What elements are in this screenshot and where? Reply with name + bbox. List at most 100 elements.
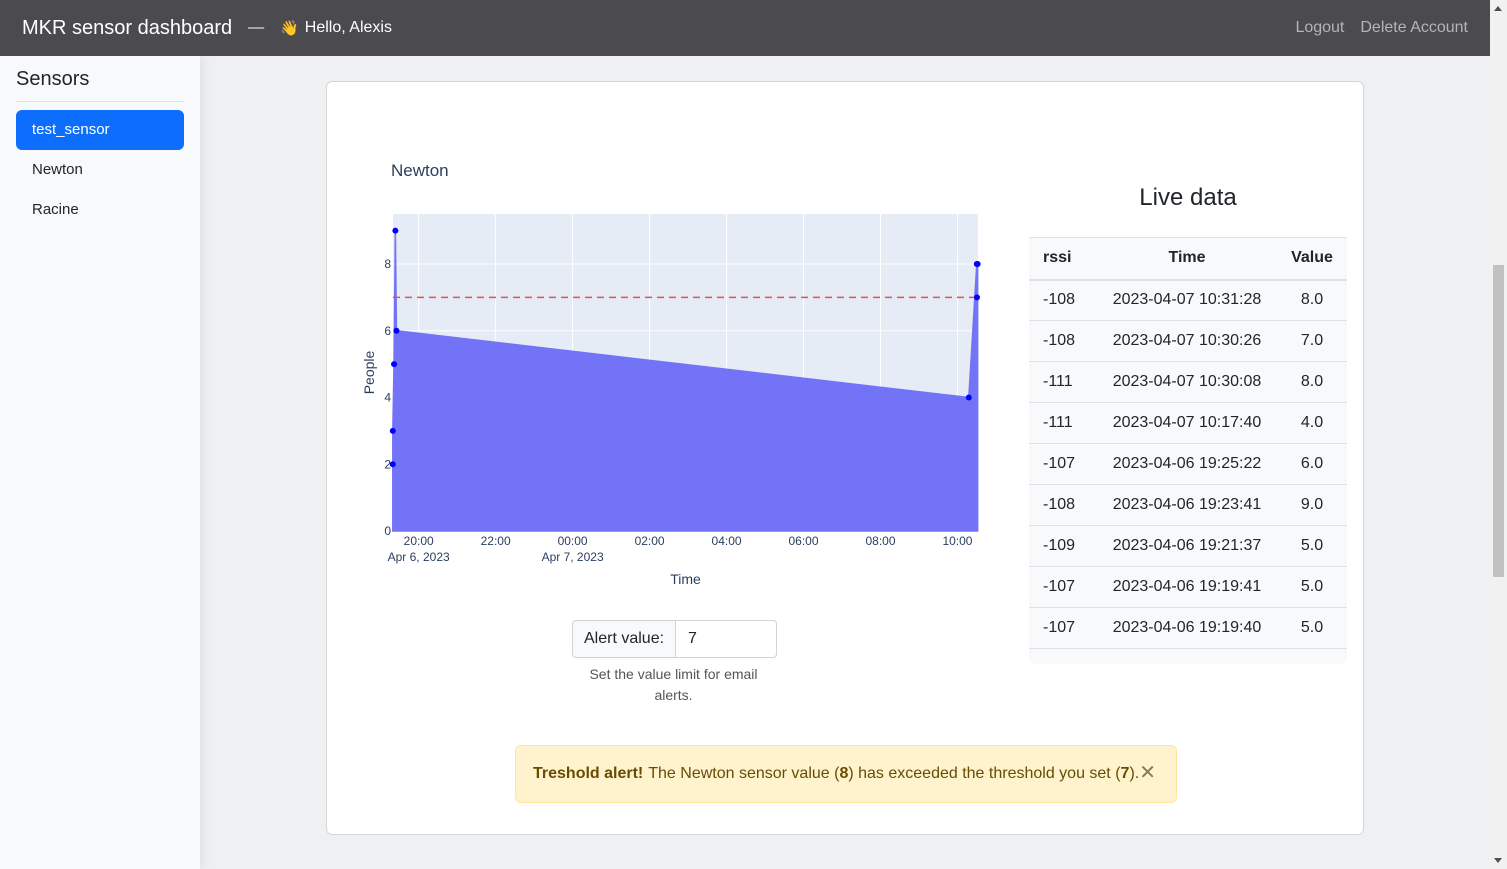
y-tick-label: 6 [384,324,391,338]
live-data-title: Live data [1139,184,1237,211]
cell-value: 5.0 [1277,566,1347,608]
table-row: -107 2023-04-06 19:19:41 5.0 [1029,566,1347,608]
table-row: -109 2023-04-06 19:21:37 5.0 [1029,525,1347,567]
cell-value: 9.0 [1277,484,1347,526]
brand-title[interactable]: MKR sensor dashboard [22,17,232,40]
user-greeting: Hello, Alexis [304,19,392,36]
alert-heading: Treshold alert! [533,765,644,782]
table-row: -107 2023-04-06 19:19:40 5.0 [1029,607,1347,649]
sidebar-item-test-sensor[interactable]: test_sensor [16,110,184,150]
data-point[interactable] [392,227,399,234]
alert-value-label: Alert value: [572,620,676,658]
alert-text-after: ). [1129,765,1140,782]
sidebar: Sensors test_sensor Newton Racine [0,56,200,869]
x-tick-labels: 20:00 Apr 6, 2023 22:00 00:00 Apr 7, 2023 02:… [388,534,973,564]
table-row: -108 2023-04-06 19:23:41 9.0 [1029,484,1347,526]
cell-value: 5.0 [1277,607,1347,649]
x-tick-date-label: Apr 6, 2023 [388,550,450,564]
y-axis-label: People [361,350,377,394]
cell-time: 2023-04-06 19:21:37 [1097,525,1277,567]
x-tick-label: 04:00 [712,534,742,548]
y-tick-label: 8 [384,257,391,271]
x-tick-label: 10:00 [942,534,972,548]
waving-hand-icon: 👋 [280,20,299,37]
cell-rssi: -108 [1029,484,1097,526]
cell-time: 2023-04-07 10:31:28 [1097,279,1277,321]
alert-value-help: Set the value limit for email alerts. [589,666,758,703]
cell-rssi: -107 [1029,443,1097,485]
x-tick-label: 06:00 [789,534,819,548]
data-point[interactable] [393,327,400,334]
cell-rssi: -111 [1029,361,1097,403]
close-icon[interactable]: ✕ [1139,761,1156,785]
y-tick-labels: 0 2 4 6 8 [384,257,391,538]
cell-value: 8.0 [1277,279,1347,321]
data-point[interactable] [965,394,972,401]
data-point[interactable] [973,294,980,301]
x-axis-label: Time [670,571,701,587]
alert-text-before: The Newton sensor value ( [648,765,840,782]
cell-time: 2023-04-06 19:23:41 [1097,484,1277,526]
table-row: -108 2023-04-07 10:31:28 8.0 [1029,279,1347,321]
nav-actions: Logout Delete Account [1295,19,1468,37]
table-row: -111 2023-04-07 10:17:40 4.0 [1029,402,1347,444]
y-tick-label: 0 [384,524,391,538]
x-tick-label: 00:00 [558,534,588,548]
cell-value: 6.0 [1277,443,1347,485]
sidebar-title: Sensors [16,68,184,102]
cell-time: 2023-04-06 19:19:41 [1097,566,1277,608]
logout-link[interactable]: Logout [1295,19,1344,37]
cell-rssi: -109 [1029,525,1097,567]
sidebar-item-newton[interactable]: Newton [16,150,184,190]
table-header-row: rssi Time Value [1029,237,1347,281]
alert-message: The Newton sensor value (8) has exceeded… [648,765,1139,783]
cell-time: 2023-04-07 10:30:26 [1097,320,1277,362]
alert-text-middle: ) has exceeded the threshold you set ( [848,765,1121,782]
x-tick-date-label: Apr 7, 2023 [542,550,604,564]
x-tick-label: 22:00 [481,534,511,548]
cell-rssi: -108 [1029,279,1097,321]
x-tick-label: 02:00 [635,534,665,548]
cell-value: 8.0 [1277,361,1347,403]
cell-time: 2023-04-06 19:25:22 [1097,443,1277,485]
sensor-card: Newton 0 2 4 6 8 20:00 Apr 6, 2023 22:00 00:00 A… [326,81,1364,835]
header-rssi: rssi [1029,237,1097,281]
header-value: Value [1277,237,1347,281]
cell-time: 2023-04-07 10:30:08 [1097,361,1277,403]
y-tick-label: 4 [384,391,391,405]
alert-value-group: Alert value: [572,620,778,658]
live-data-table: rssi Time Value -108 2023-04-07 10:31:28 8… [1029,237,1347,649]
cell-time: 2023-04-06 19:19:40 [1097,607,1277,649]
x-tick-label: 08:00 [865,534,895,548]
cell-rssi: -108 [1029,320,1097,362]
cell-value: 4.0 [1277,402,1347,444]
sidebar-item-racine[interactable]: Racine [16,190,184,230]
live-data-body: -108 2023-04-07 10:31:28 8.0 -108 2023-04-07… [1029,279,1347,649]
table-row: -107 2023-04-06 19:25:22 6.0 [1029,443,1347,485]
page-scrollbar[interactable] [1490,0,1507,869]
scroll-up-arrow-icon[interactable] [1494,6,1502,11]
x-tick-label: 20:00 [404,534,434,548]
header-time: Time [1097,237,1277,281]
data-point[interactable] [389,427,396,434]
cell-rssi: -111 [1029,402,1097,444]
delete-account-link[interactable]: Delete Account [1360,19,1468,37]
title-separator: — [248,19,265,36]
table-row: -108 2023-04-07 10:30:26 7.0 [1029,320,1347,362]
navbar: MKR sensor dashboard — 👋 Hello, Alexis L… [0,0,1490,56]
y-tick-label: 2 [384,457,391,471]
threshold-alert: Treshold alert! The Newton sensor value … [515,745,1177,803]
scroll-down-arrow-icon[interactable] [1494,858,1502,863]
live-data-table-container[interactable]: rssi Time Value -108 2023-04-07 10:31:28 8… [1029,237,1347,664]
alert-value-input[interactable] [675,620,778,658]
chart-title: Newton [391,161,449,180]
cell-rssi: -107 [1029,566,1097,608]
cell-value: 5.0 [1277,525,1347,567]
table-row: -111 2023-04-07 10:30:08 8.0 [1029,361,1347,403]
cell-rssi: -107 [1029,607,1097,649]
sensor-chart: Newton 0 2 4 6 8 20:00 Apr 6, 2023 22:00 00:00 A… [361,161,981,587]
data-point[interactable] [974,261,981,268]
data-point[interactable] [391,361,398,368]
scrollbar-thumb[interactable] [1493,265,1504,577]
cell-time: 2023-04-07 10:17:40 [1097,402,1277,444]
